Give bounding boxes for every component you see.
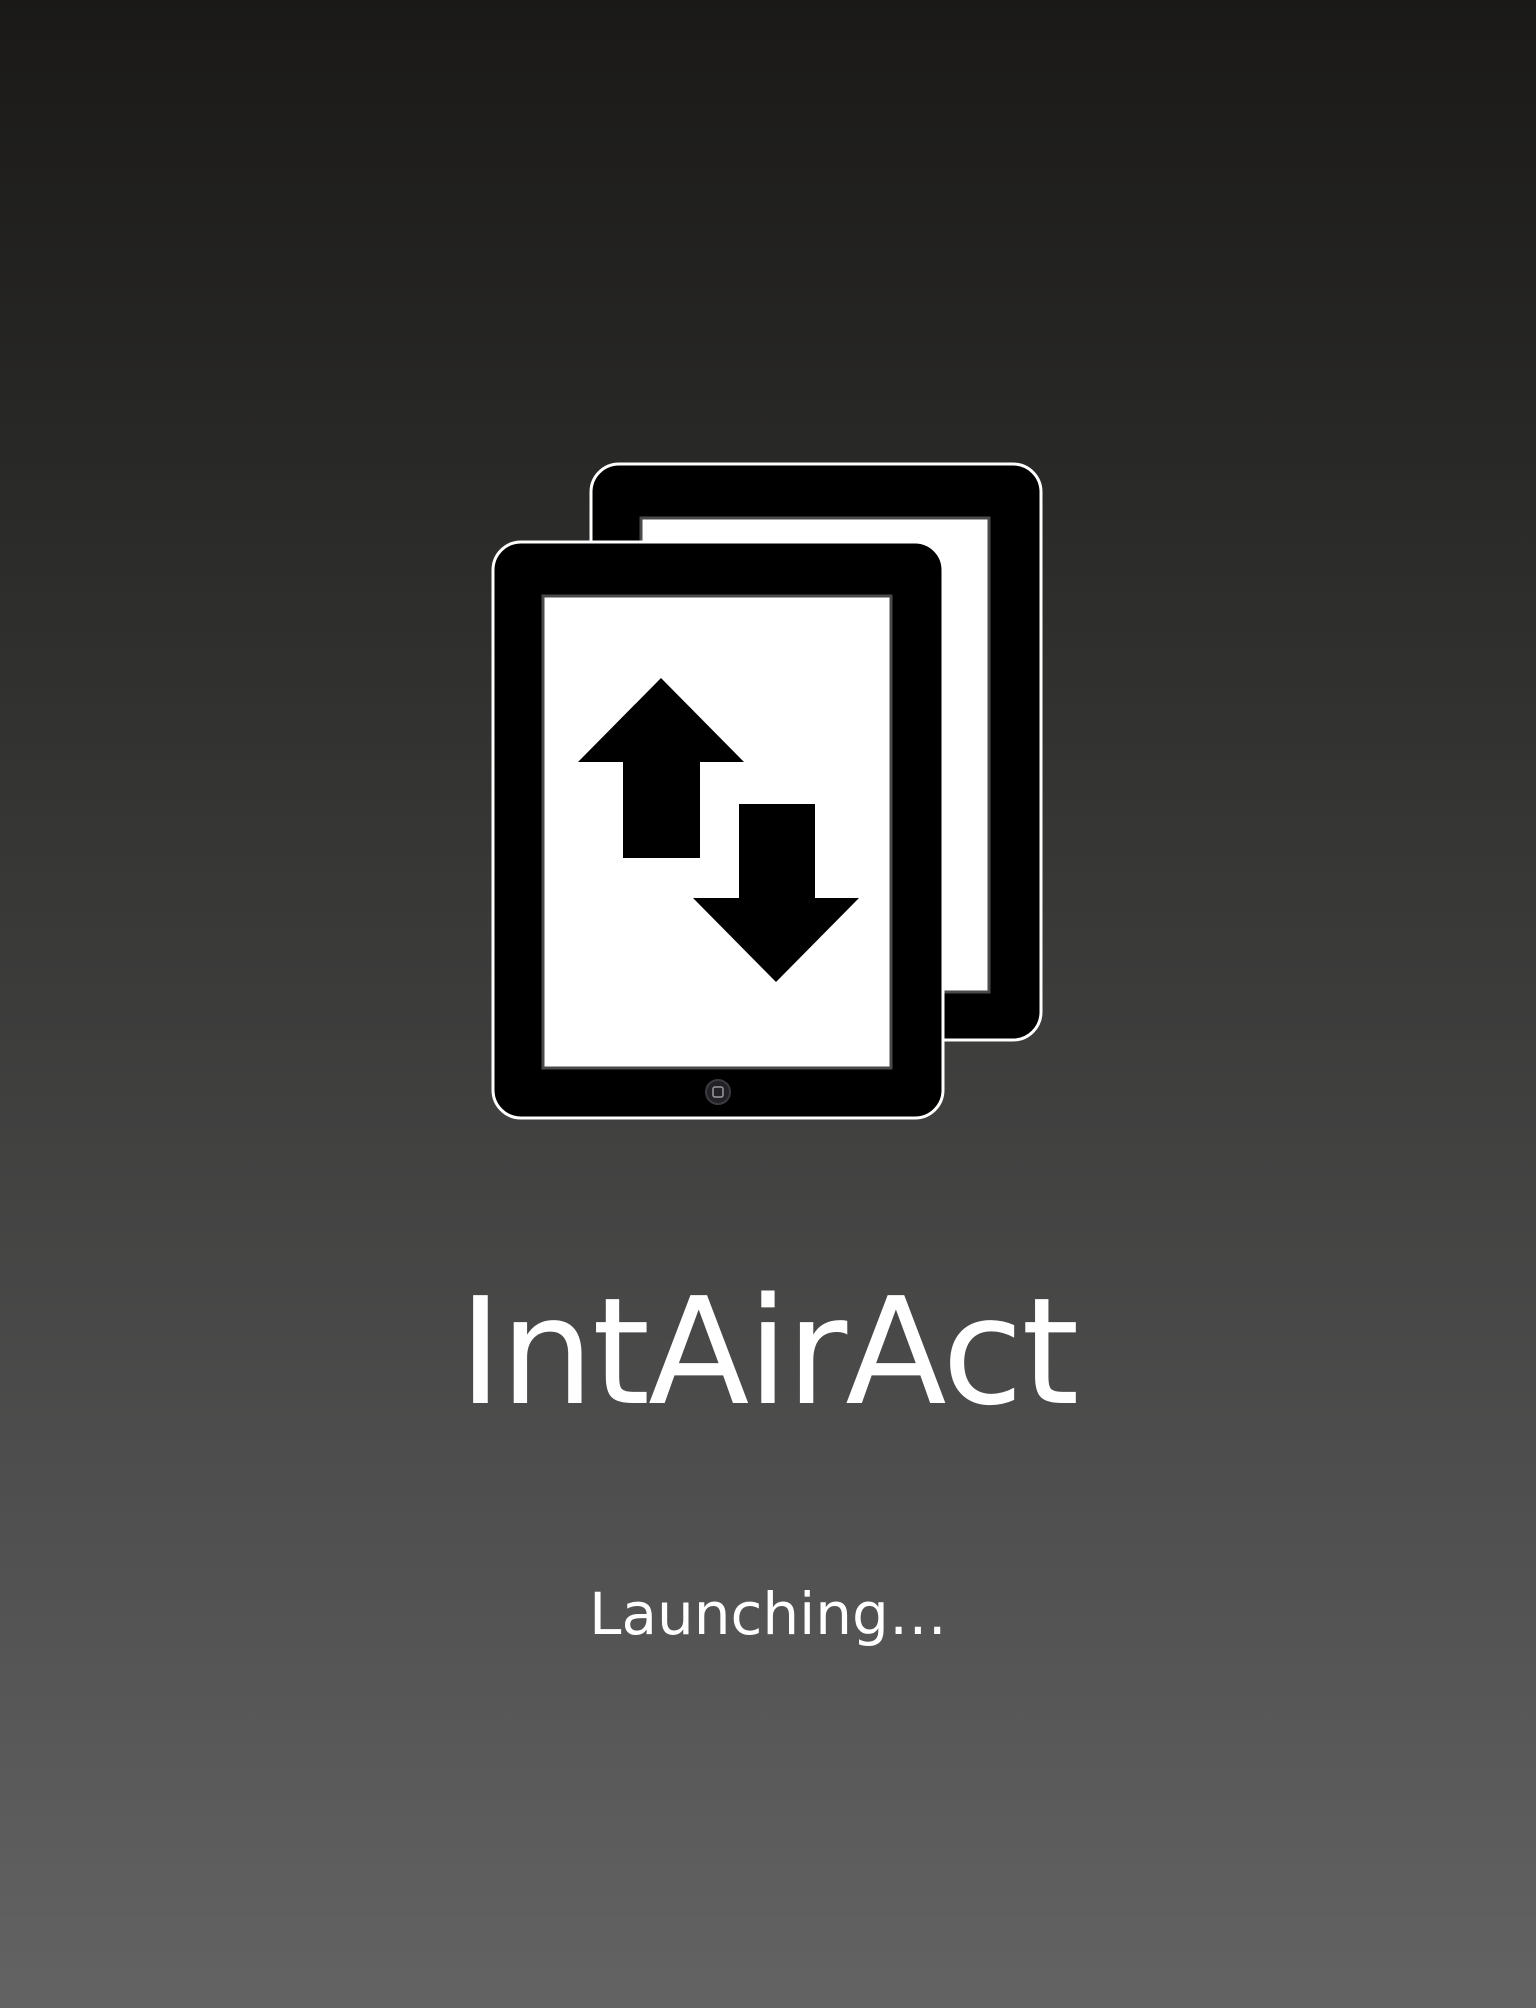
front-tablet-icon <box>491 540 945 1120</box>
home-button-icon <box>705 1079 731 1105</box>
launch-status-text: Launching… <box>589 1580 947 1648</box>
two-tablets-transfer-icon <box>491 462 1043 1120</box>
app-logo <box>490 462 1046 1124</box>
app-title: IntAirAct <box>458 1266 1080 1438</box>
splash-screen: IntAirAct Launching… <box>0 0 1536 2008</box>
